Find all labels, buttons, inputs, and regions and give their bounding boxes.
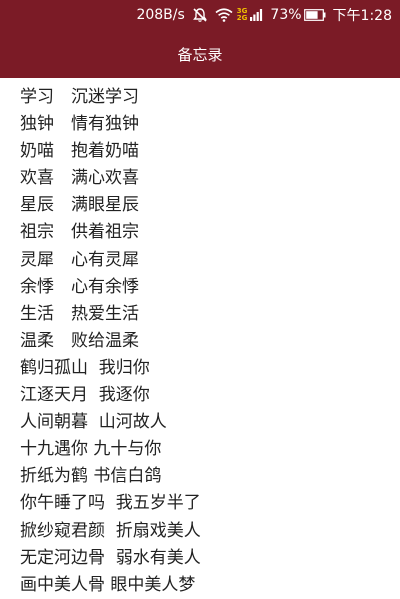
list-item[interactable]: 无定河边骨 弱水有美人	[20, 545, 400, 572]
list-item[interactable]: 温柔 败给温柔	[20, 328, 400, 355]
list-item[interactable]: 余悸 心有余悸	[20, 274, 400, 301]
list-item[interactable]: 生活 热爱生活	[20, 301, 400, 328]
list-item[interactable]: 江逐天月 我逐你	[20, 382, 400, 409]
signal-icon	[249, 8, 263, 22]
list-item[interactable]: 独钟 情有独钟	[20, 111, 400, 138]
list-item[interactable]: 奶喵 抱着奶喵	[20, 138, 400, 165]
battery-status: 73%	[270, 7, 326, 23]
status-bar: 208B/s 3G 2G 73% 下午1:28	[0, 0, 400, 30]
battery-icon	[303, 9, 326, 21]
list-item[interactable]: 折纸为鹤 书信白鸽	[20, 463, 400, 490]
clock: 下午1:28	[332, 8, 392, 24]
list-item[interactable]: 欢喜 满心欢喜	[20, 165, 400, 192]
list-item[interactable]: 十九遇你 九十与你	[20, 436, 400, 463]
list-item[interactable]: 祖宗 供着祖宗	[20, 219, 400, 246]
wifi-icon	[215, 8, 233, 22]
list-item[interactable]: 星辰 满眼星辰	[20, 192, 400, 219]
list-item[interactable]: 鹤归孤山 我归你	[20, 355, 400, 382]
mute-icon	[192, 7, 208, 23]
notes-content[interactable]: 学习 沉迷学习 独钟 情有独钟 奶喵 抱着奶喵 欢喜 满心欢喜 星辰 满眼星辰 …	[0, 78, 400, 599]
list-item[interactable]: 灵犀 心有灵犀	[20, 247, 400, 274]
network-type-badge: 3G 2G	[237, 8, 248, 22]
list-item[interactable]: 画中美人骨 眼中美人梦	[20, 572, 400, 599]
list-item[interactable]: 掀纱窥君颜 折扇戏美人	[20, 518, 400, 545]
list-item[interactable]: 人间朝暮 山河故人	[20, 409, 400, 436]
app-bar: 备忘录	[0, 30, 400, 78]
network-speed: 208B/s	[136, 7, 185, 23]
notes-list: 学习 沉迷学习 独钟 情有独钟 奶喵 抱着奶喵 欢喜 满心欢喜 星辰 满眼星辰 …	[0, 78, 400, 599]
battery-percent: 73%	[270, 7, 302, 23]
list-item[interactable]: 学习 沉迷学习	[20, 84, 400, 111]
network-type-bottom: 2G	[236, 14, 248, 22]
list-item[interactable]: 你午睡了吗 我五岁半了	[20, 490, 400, 517]
page-title: 备忘录	[177, 45, 223, 64]
